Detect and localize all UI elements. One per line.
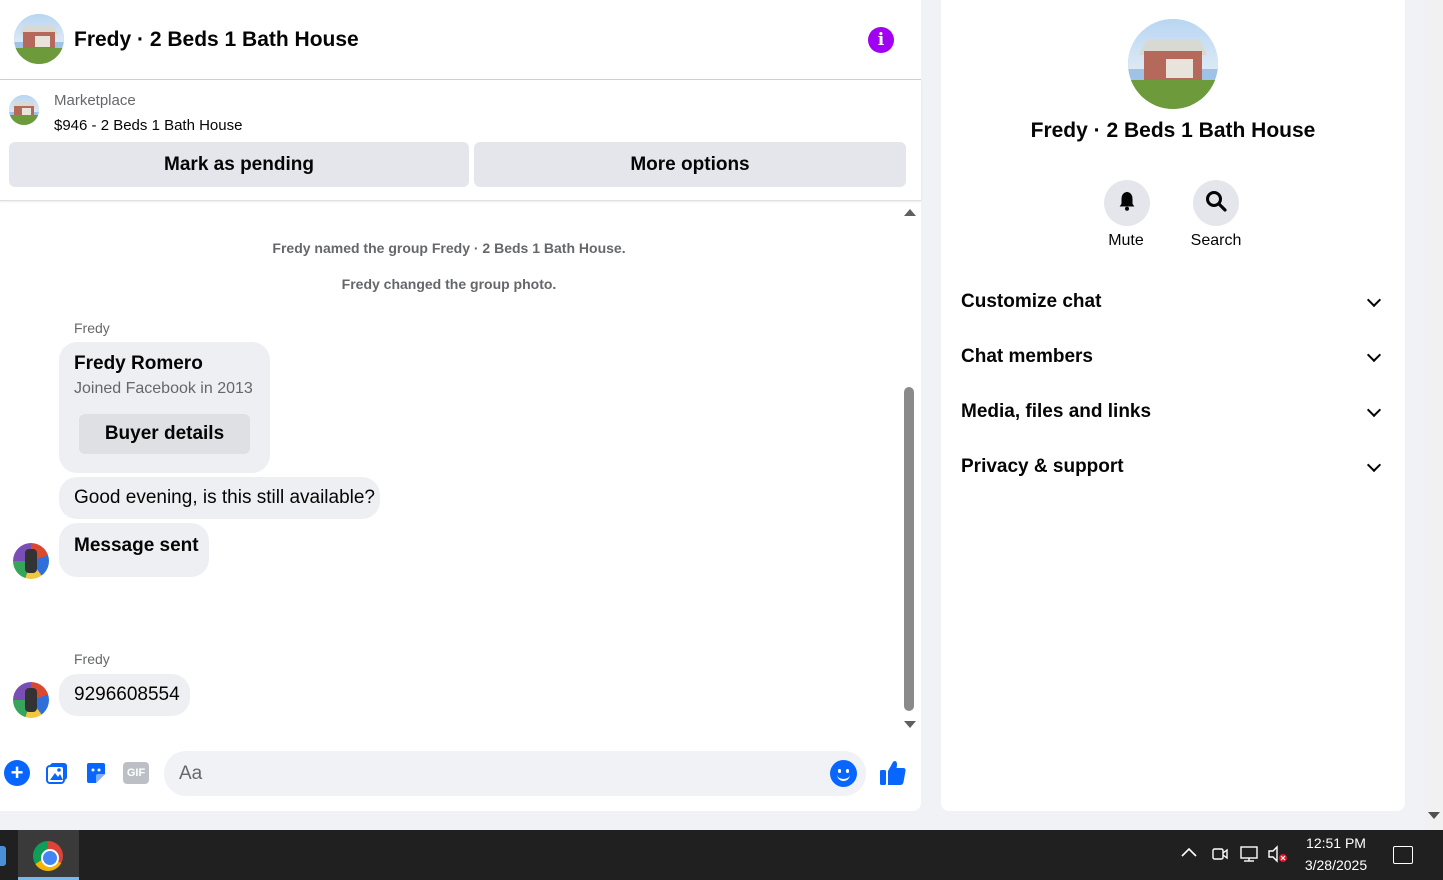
section-label: Media, files and links [961, 401, 1152, 422]
group-photo[interactable] [1128, 19, 1218, 109]
buyer-joined: Joined Facebook in 2013 [74, 380, 253, 397]
photo-icon[interactable] [44, 760, 70, 786]
meet-now-icon[interactable] [1211, 845, 1229, 868]
buyer-details-button[interactable]: Buyer details [79, 414, 250, 454]
buyer-profile-card: Fredy Romero Joined Facebook in 2013 Buy… [59, 342, 270, 473]
emoji-icon[interactable] [830, 760, 857, 787]
group-avatar[interactable] [14, 14, 64, 64]
panel-title: Fredy · 2 Beds 1 Bath House [1030, 119, 1316, 142]
section-media-files-links[interactable]: Media, files and links [961, 391, 1385, 431]
chevron-down-icon [1366, 292, 1382, 308]
chevron-down-icon [1366, 457, 1382, 473]
sticker-icon[interactable] [83, 760, 109, 786]
gif-icon[interactable]: GIF [123, 760, 149, 786]
system-message: Fredy changed the group photo. [341, 276, 557, 292]
section-label: Customize chat [961, 291, 1102, 312]
scroll-down-arrow-icon[interactable] [1428, 812, 1440, 819]
scroll-thumb[interactable] [904, 387, 914, 711]
scroll-up-arrow-icon[interactable] [904, 209, 916, 216]
section-label: Privacy & support [961, 456, 1124, 477]
notification-center-icon[interactable] [1393, 846, 1413, 864]
sender-name: Fredy [74, 320, 110, 336]
message-input[interactable] [164, 751, 866, 796]
message-text: Message sent [74, 535, 199, 556]
section-customize-chat[interactable]: Customize chat [961, 281, 1385, 321]
message-bubble[interactable]: Message sent [59, 523, 209, 577]
plus-icon[interactable]: + [4, 760, 30, 786]
message-bubble[interactable]: Good evening, is this still available? [59, 477, 380, 519]
messages-scrollbar[interactable] [900, 205, 918, 733]
chrome-icon [33, 841, 63, 871]
listing-banner: Marketplace $946 - 2 Beds 1 Bath House M… [0, 80, 921, 201]
chevron-down-icon [1366, 402, 1382, 418]
chrome-taskbar-button[interactable] [18, 830, 79, 880]
app-icon-partial[interactable] [0, 846, 6, 866]
listing-source: Marketplace [54, 92, 136, 109]
sender-avatar[interactable] [13, 543, 49, 579]
listing-thumbnail[interactable] [9, 95, 39, 125]
show-hidden-icons-icon[interactable] [1180, 845, 1198, 863]
search-icon [1204, 189, 1228, 218]
chevron-down-icon [1366, 347, 1382, 363]
chat-title[interactable]: Fredy · 2 Beds 1 Bath House [74, 28, 359, 52]
page-scrollbar[interactable] [1425, 0, 1443, 830]
message-text: Good evening, is this still available? [74, 487, 376, 508]
message-bubble[interactable]: 9296608554 [59, 674, 190, 716]
section-chat-members[interactable]: Chat members [961, 336, 1385, 376]
chat-header: Fredy · 2 Beds 1 Bath House i [0, 0, 921, 80]
sender-name: Fredy [74, 651, 110, 667]
section-privacy-support[interactable]: Privacy & support [961, 446, 1385, 486]
listing-title[interactable]: $946 - 2 Beds 1 Bath House [54, 117, 242, 134]
message-text: 9296608554 [74, 684, 180, 705]
search-button[interactable] [1193, 180, 1239, 226]
info-icon[interactable]: i [868, 27, 894, 53]
gif-label: GIF [123, 762, 149, 784]
system-message: Fredy named the group Fredy · 2 Beds 1 B… [272, 240, 626, 256]
thumbs-up-icon[interactable] [878, 758, 908, 788]
network-icon[interactable] [1238, 845, 1260, 868]
section-label: Chat members [961, 346, 1093, 367]
volume-muted-icon[interactable] [1267, 845, 1289, 868]
clock-date[interactable]: 3/28/2025 [1290, 857, 1382, 873]
bell-icon [1116, 190, 1138, 217]
more-options-button[interactable]: More options [474, 142, 906, 187]
scroll-down-arrow-icon[interactable] [904, 721, 916, 728]
search-label: Search [1190, 232, 1242, 249]
conversation-info-panel: Fredy · 2 Beds 1 Bath House Mute Search … [941, 0, 1405, 811]
mark-pending-button[interactable]: Mark as pending [9, 142, 469, 187]
mute-label: Mute [1108, 232, 1144, 249]
mute-button[interactable] [1104, 180, 1150, 226]
sender-avatar[interactable] [13, 682, 49, 718]
buyer-name[interactable]: Fredy Romero [74, 353, 203, 375]
chat-panel: Fredy · 2 Beds 1 Bath House i Marketplac… [0, 0, 921, 811]
clock-time[interactable]: 12:51 PM [1290, 835, 1382, 851]
